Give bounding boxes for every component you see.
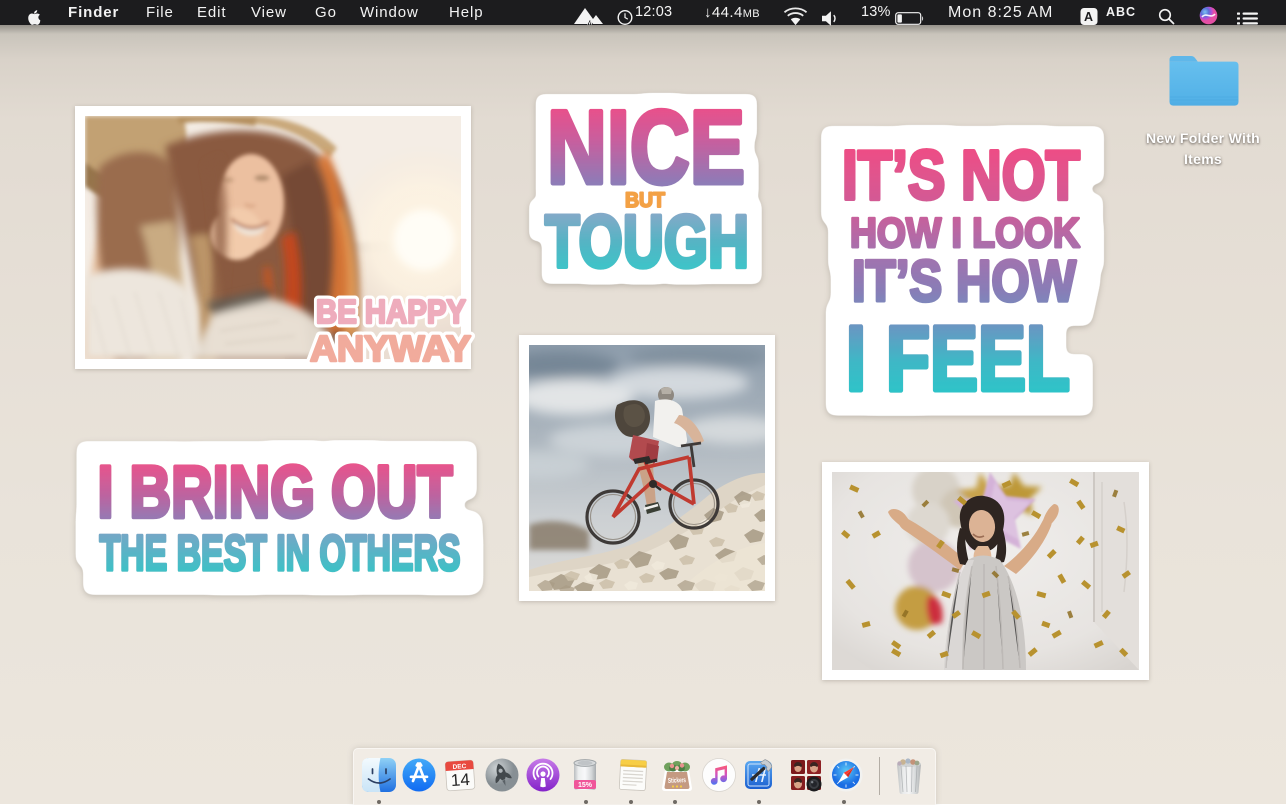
svg-text:15%: 15%: [578, 782, 593, 789]
svg-text:14: 14: [450, 770, 470, 790]
svg-text:ANYWAY: ANYWAY: [310, 328, 471, 369]
svg-text:I BRING OUT: I BRING OUT: [98, 452, 453, 533]
svg-text:BUT: BUT: [625, 189, 665, 212]
svg-text:A: A: [1084, 10, 1094, 24]
svg-text:TOUGH: TOUGH: [545, 200, 749, 283]
svg-text:M: M: [587, 20, 594, 27]
svg-text:THE BEST IN OTHERS: THE BEST IN OTHERS: [100, 525, 461, 581]
svg-text:IT’S HOW: IT’S HOW: [852, 249, 1076, 314]
svg-text:BE HAPPY: BE HAPPY: [316, 293, 466, 330]
svg-text:I FEEL: I FEEL: [846, 308, 1070, 410]
svg-text:IT’S NOT: IT’S NOT: [842, 136, 1080, 214]
svg-text:Stickers: Stickers: [668, 777, 686, 785]
